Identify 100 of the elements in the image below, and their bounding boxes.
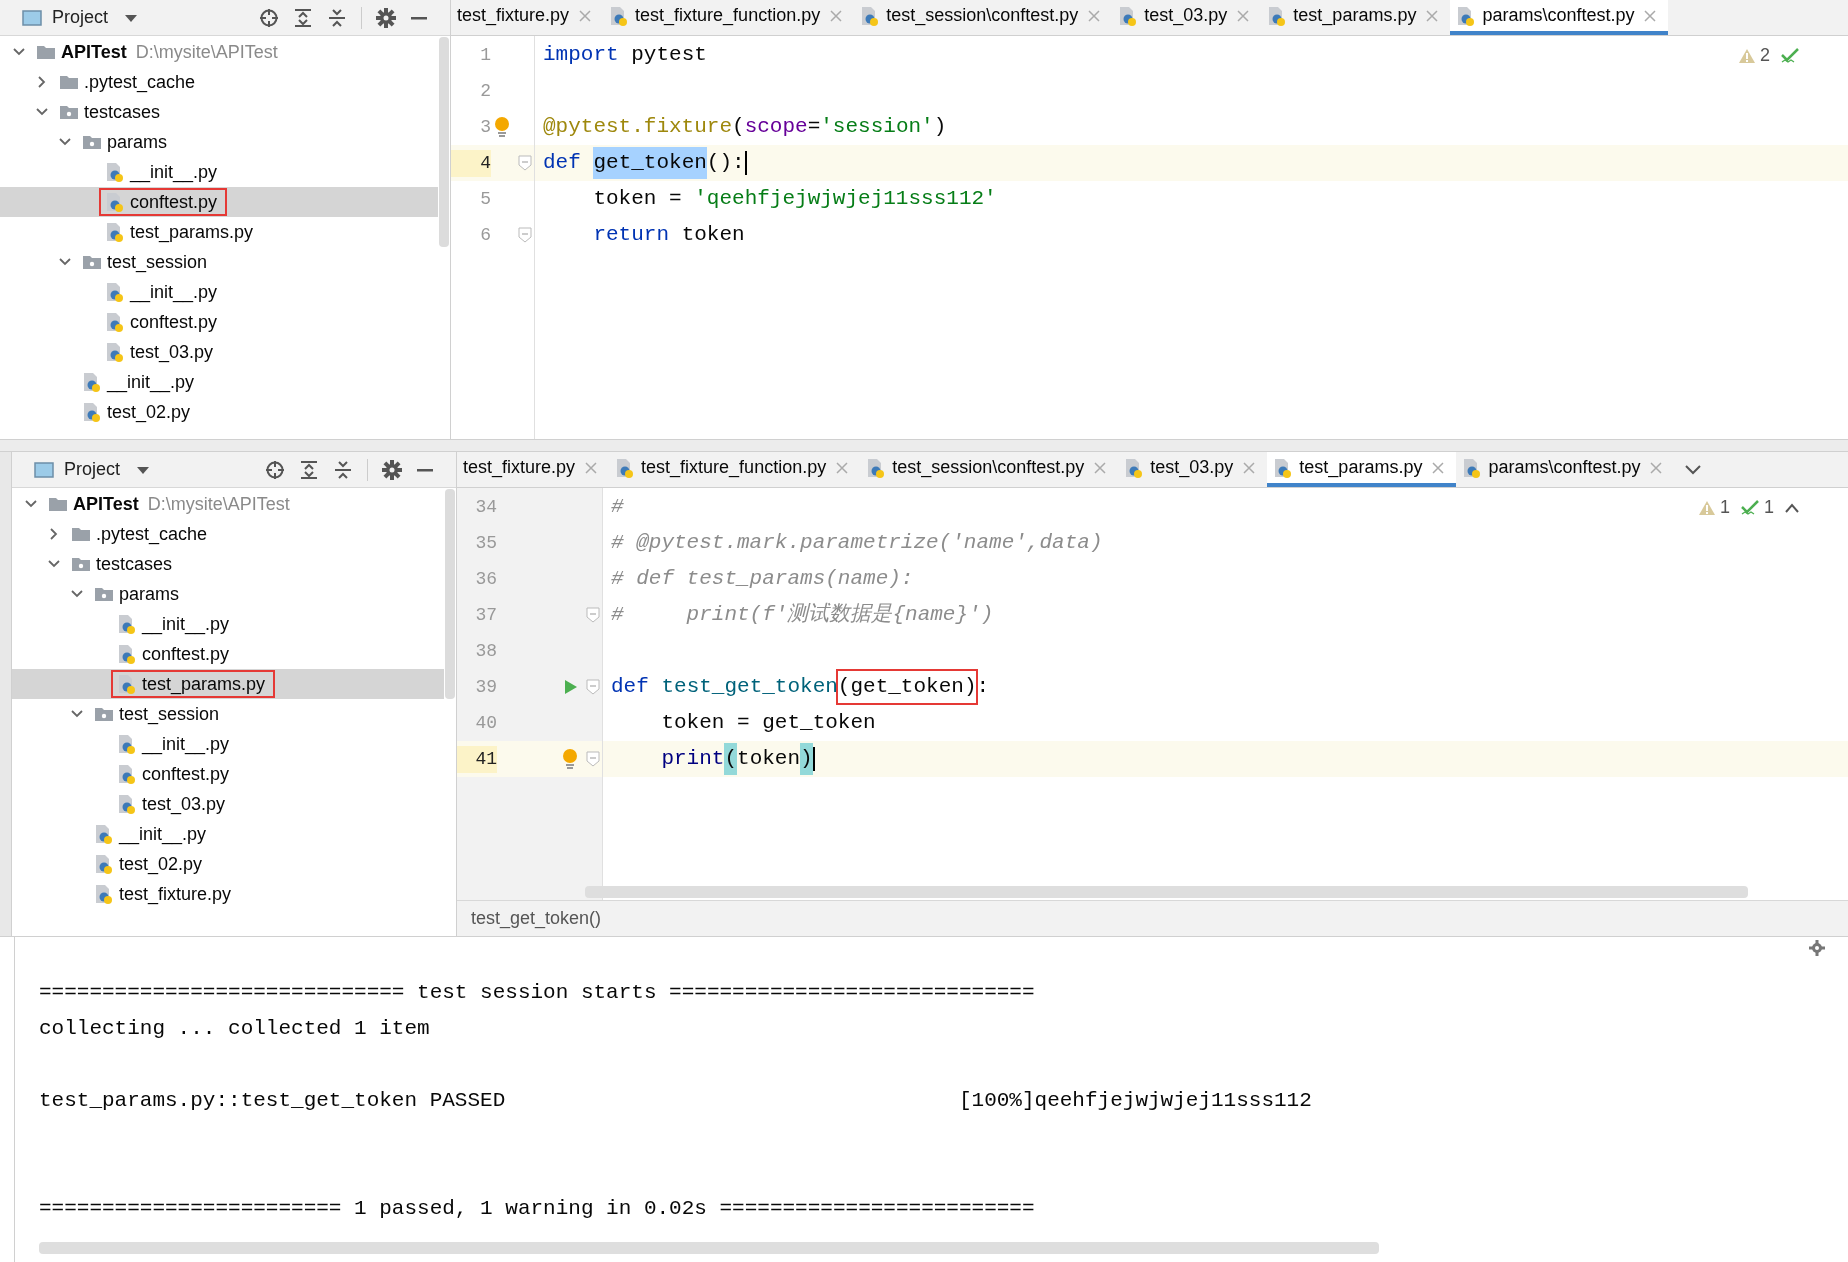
code-token: @pytest.fixture	[543, 114, 733, 141]
line-number: 38	[474, 639, 497, 663]
scrollbar[interactable]	[439, 37, 449, 247]
tree-item[interactable]: conftest.py	[111, 760, 240, 788]
code-token: token	[737, 746, 801, 773]
tree-item[interactable]: test_02.py	[88, 850, 213, 878]
python-file-icon	[105, 192, 125, 212]
lightbulb-icon[interactable]	[562, 748, 578, 770]
python-file-icon	[105, 222, 125, 242]
tree-item[interactable]: __init__.py	[111, 610, 240, 638]
editor-tab[interactable]: test_fixture_function.py	[609, 452, 861, 487]
panel-icon	[34, 460, 54, 479]
scrollbar[interactable]	[585, 886, 1748, 898]
code-token: )	[933, 114, 947, 141]
tree-item[interactable]: testcases	[53, 98, 171, 126]
line-number: 3	[479, 115, 491, 139]
line-number: 5	[479, 187, 491, 211]
passed-indicator[interactable]: 1	[1740, 494, 1774, 521]
caret-icon[interactable]	[136, 464, 151, 475]
crosshair-icon[interactable]	[265, 459, 285, 480]
settings-icon[interactable]	[376, 7, 396, 28]
expand-all-icon[interactable]	[293, 7, 313, 28]
python-file-icon	[1267, 5, 1288, 26]
tree-item[interactable]: APITest D:\mysite\APITest	[42, 490, 300, 518]
console-line: collecting ... collected 1 item	[39, 1016, 430, 1043]
warning-icon	[1697, 499, 1716, 516]
code-token: return	[592, 222, 670, 249]
code-token: get_token	[593, 147, 707, 179]
close-icon[interactable]	[1432, 461, 1445, 474]
settings-icon[interactable]	[382, 459, 402, 480]
editor-tab[interactable]: test_session\conftest.py	[860, 452, 1119, 487]
python-file-icon	[82, 372, 102, 392]
crosshair-icon[interactable]	[259, 7, 279, 28]
tree-item[interactable]: __init__.py	[99, 278, 228, 306]
editor-tab[interactable]: test_fixture.py	[457, 452, 610, 487]
python-file-icon	[117, 644, 137, 664]
line-number: 6	[479, 223, 491, 247]
panel-title[interactable]: Project	[64, 456, 121, 483]
lightbulb-icon[interactable]	[494, 116, 510, 138]
tree-item[interactable]: params	[76, 128, 178, 156]
chevron-up-icon[interactable]	[1784, 501, 1800, 514]
python-file-icon	[105, 162, 125, 182]
tree-item[interactable]: APITest D:\mysite\APITest	[30, 38, 288, 66]
tree-item[interactable]: test_02.py	[76, 398, 201, 426]
editor-tab[interactable]: params\conftest.py	[1450, 0, 1669, 35]
tree-item[interactable]: conftest.py	[111, 640, 240, 668]
line-number: 36	[474, 567, 497, 591]
line-number: 35	[474, 531, 497, 555]
panel-title[interactable]: Project	[52, 4, 109, 31]
python-file-icon	[117, 734, 137, 754]
python-file-icon	[860, 5, 881, 26]
close-icon[interactable]	[1644, 9, 1657, 22]
editor-tab[interactable]: test_fixture.py	[451, 0, 604, 35]
tree-item[interactable]: test_03.py	[111, 790, 236, 818]
tree-item[interactable]: test_03.py	[99, 338, 224, 366]
check-icon	[1780, 46, 1800, 65]
code-token: print	[660, 746, 725, 773]
console-line: ======================== 1 passed, 1 warning in 0.02s =========================	[39, 1196, 1035, 1223]
collapse-all-icon[interactable]	[327, 7, 347, 28]
tree-item[interactable]: test_fixture.py	[88, 880, 242, 908]
code-token: 'session'	[820, 114, 934, 141]
settings-icon[interactable]	[1808, 939, 1826, 957]
tree-item[interactable]: __init__.py	[99, 158, 228, 186]
tree-item[interactable]: __init__.py	[88, 820, 217, 848]
tree-item[interactable]: conftest.py	[99, 308, 228, 336]
tree-item[interactable]: params	[88, 580, 190, 608]
tree-item[interactable]: test_session	[76, 248, 218, 276]
editor-tab[interactable]: test_03.py	[1118, 452, 1268, 487]
panel-icon	[22, 8, 42, 27]
code-token: token = get_token	[660, 710, 876, 737]
line-number: 34	[474, 495, 497, 519]
tree-item[interactable]: testcases	[65, 550, 183, 578]
editor-tab[interactable]: test_params.py	[1261, 0, 1451, 35]
tree-item[interactable]: __init__.py	[76, 368, 205, 396]
check-icon	[1740, 498, 1760, 517]
scrollbar[interactable]	[445, 489, 455, 699]
tree-item[interactable]: conftest.py	[99, 188, 228, 216]
scrollbar[interactable]	[39, 1242, 1379, 1254]
editor-tab[interactable]: test_params.py	[1267, 452, 1457, 487]
warnings-indicator[interactable]: 1	[1697, 494, 1730, 521]
caret-icon[interactable]	[124, 12, 139, 23]
tree-item[interactable]: test_params.py	[111, 670, 276, 698]
collapse-all-icon[interactable]	[333, 459, 353, 480]
breadcrumb[interactable]: test_get_token()	[471, 905, 602, 932]
code-token: token =	[592, 186, 683, 213]
run-icon[interactable]	[564, 679, 578, 695]
tree-item[interactable]: .pytest_cache	[53, 68, 206, 96]
editor-tab[interactable]: params\conftest.py	[1456, 452, 1675, 487]
editor-tab[interactable]: test_03.py	[1112, 0, 1262, 35]
passed-indicator[interactable]	[1780, 46, 1800, 65]
editor-tab[interactable]: test_fixture_function.py	[603, 0, 855, 35]
tree-item[interactable]: __init__.py	[111, 730, 240, 758]
warnings-indicator[interactable]: 2	[1738, 42, 1770, 69]
editor-tab[interactable]: test_session\conftest.py	[854, 0, 1113, 35]
tree-item[interactable]: test_session	[88, 700, 230, 728]
tree-item[interactable]: .pytest_cache	[65, 520, 218, 548]
code-token: #	[611, 494, 624, 521]
expand-all-icon[interactable]	[299, 459, 319, 480]
tree-item[interactable]: test_params.py	[99, 218, 264, 246]
chevron-down-icon[interactable]	[1684, 462, 1703, 477]
